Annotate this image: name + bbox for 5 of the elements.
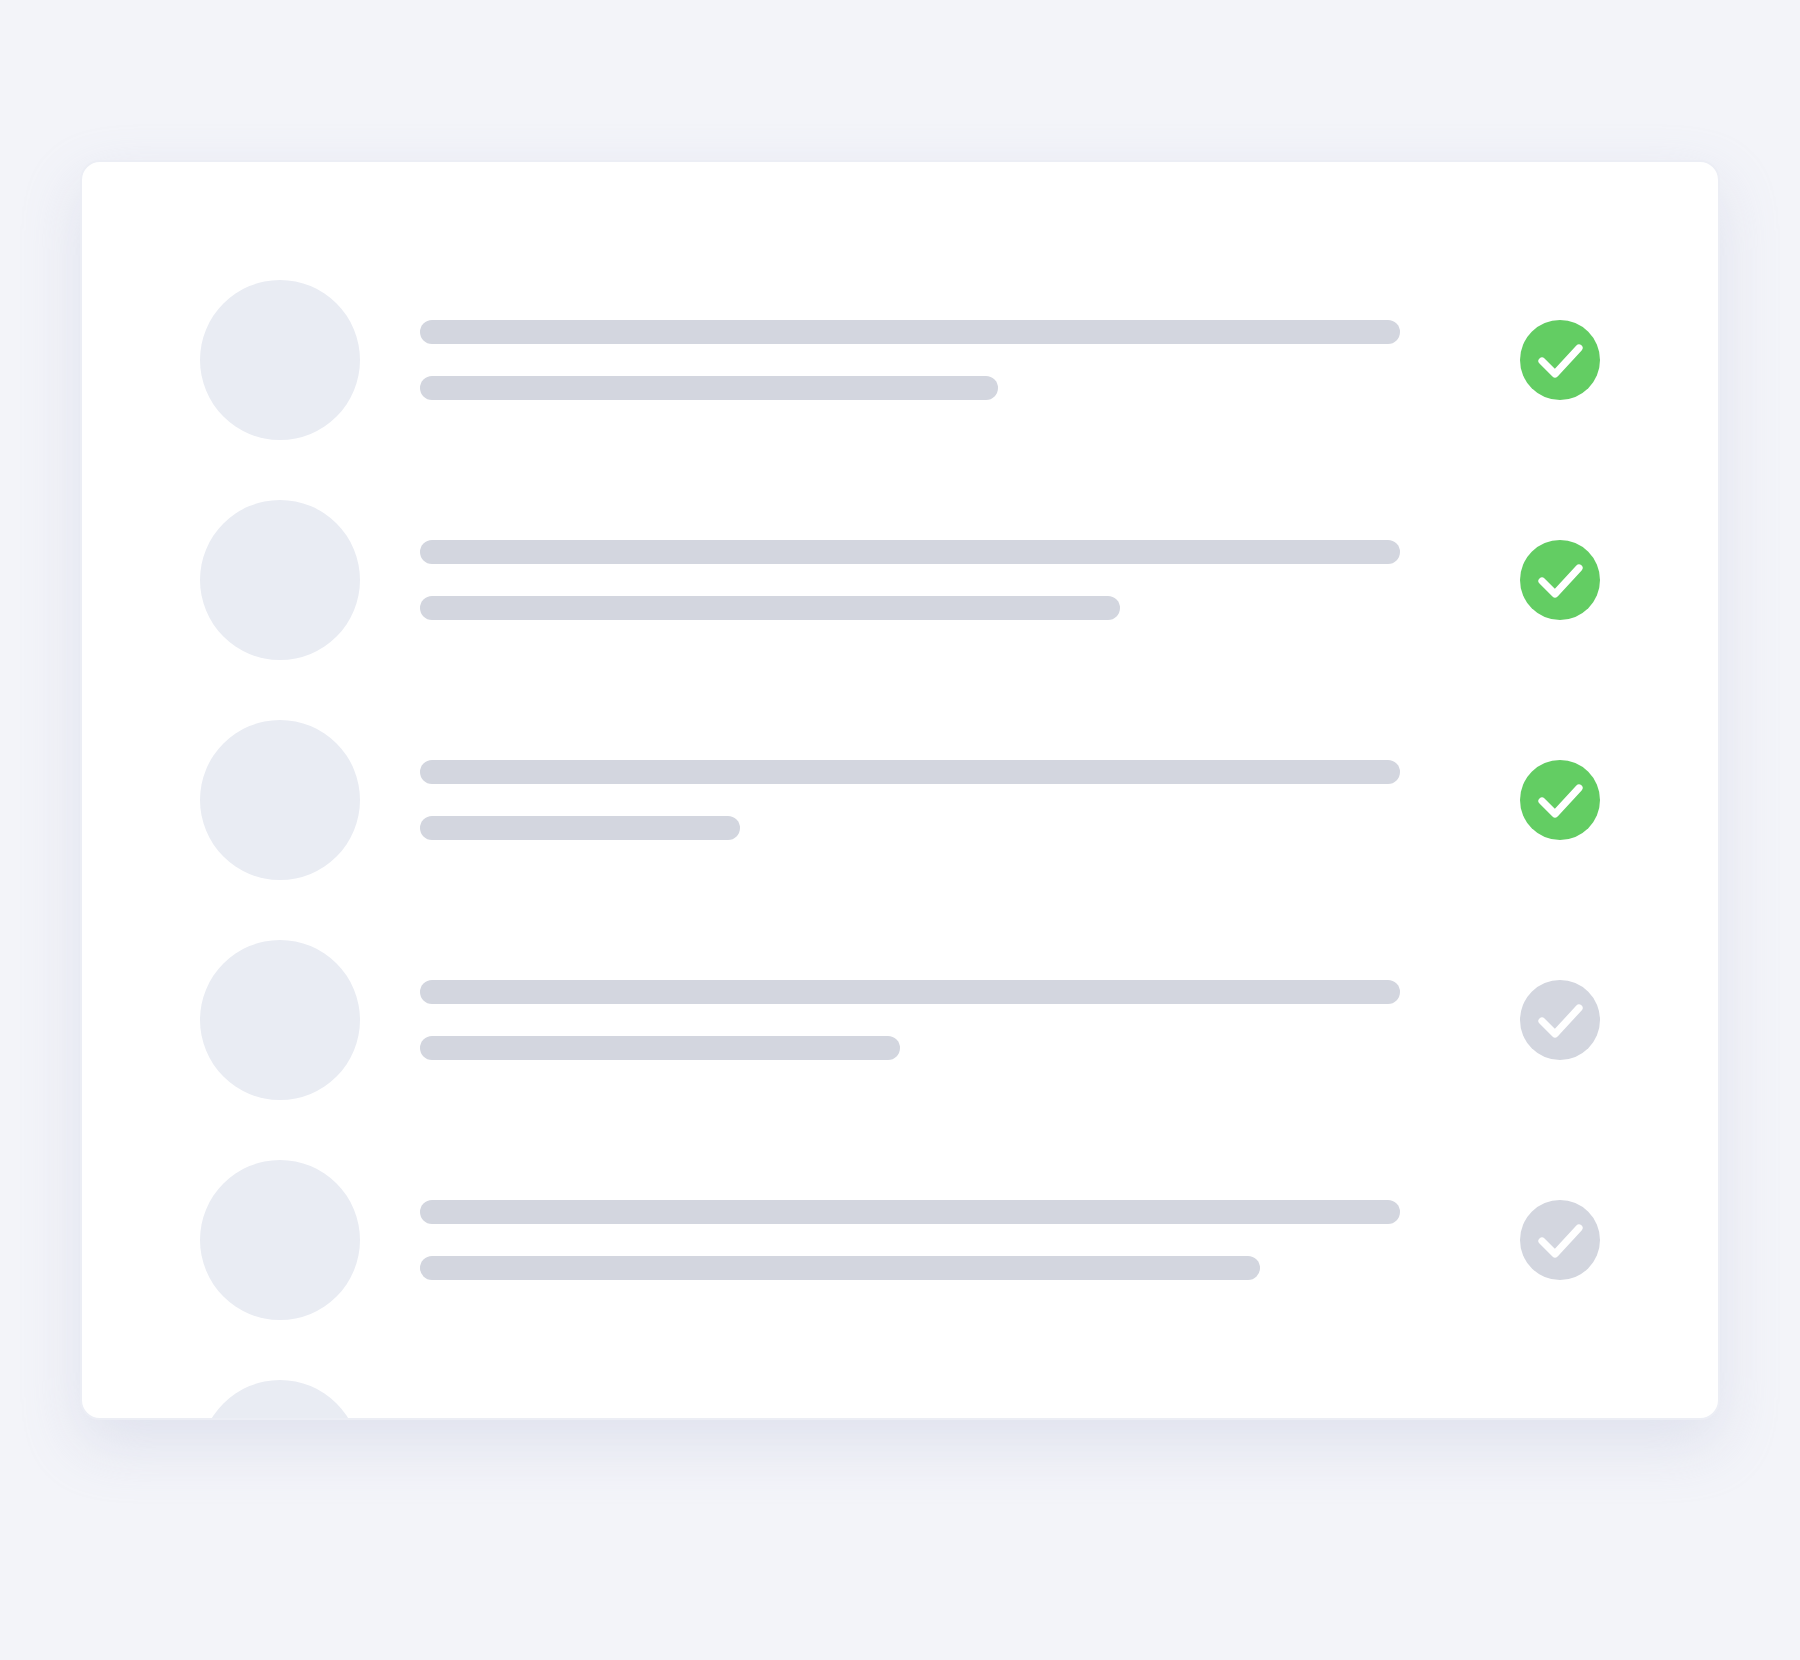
check-icon[interactable] [1520,980,1600,1060]
check-icon[interactable] [1520,760,1600,840]
check-icon[interactable] [1520,1200,1600,1280]
check-icon[interactable] [1520,320,1600,400]
check-icon[interactable] [1520,540,1600,620]
